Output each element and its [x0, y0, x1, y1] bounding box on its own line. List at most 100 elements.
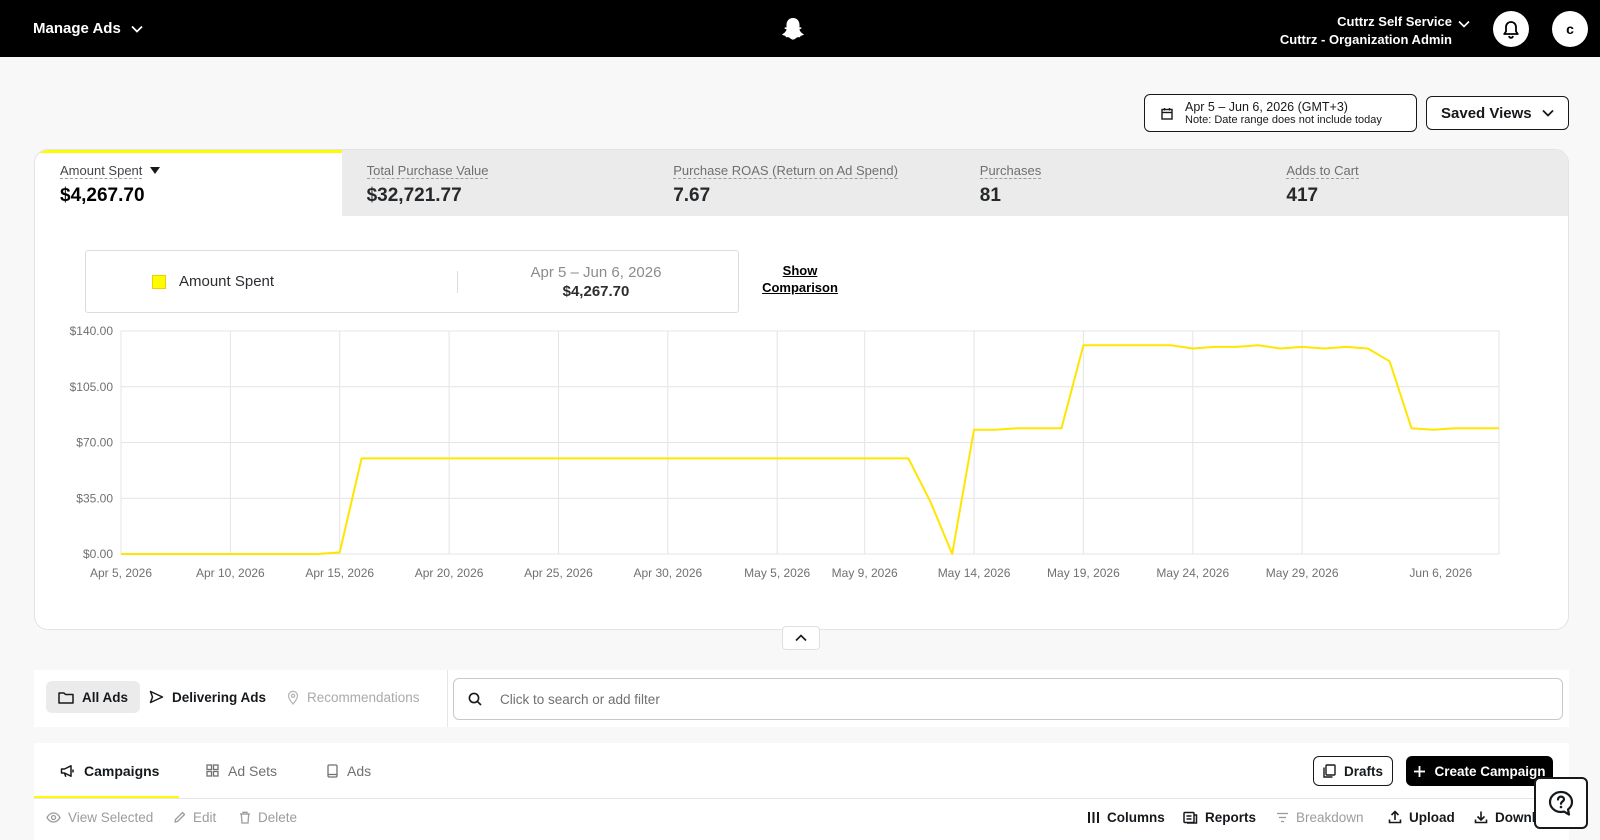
x-tick-label: Apr 10, 2026 — [196, 566, 265, 580]
send-icon — [149, 690, 164, 704]
x-tick-label: May 24, 2026 — [1156, 566, 1229, 580]
delivering-ads-filter[interactable]: Delivering Ads — [137, 681, 278, 713]
x-tick-label: May 5, 2026 — [744, 566, 810, 580]
reports-button[interactable]: Reports — [1183, 805, 1256, 829]
x-tick-label: May 19, 2026 — [1047, 566, 1120, 580]
tab-ads[interactable]: Ads — [327, 743, 371, 798]
x-tick-label: May 14, 2026 — [938, 566, 1011, 580]
org-name: Cuttrz Self Service — [1337, 14, 1452, 29]
tab-campaigns-label: Campaigns — [84, 762, 160, 779]
metric-value: $32,721.77 — [366, 185, 462, 206]
reports-label: Reports — [1205, 809, 1257, 825]
filter-lines-icon — [1277, 812, 1288, 822]
date-range-picker[interactable]: Apr 5 – Jun 6, 2026 (GMT+3) Note: Date r… — [1144, 94, 1417, 132]
metric-value: 7.67 — [673, 185, 711, 206]
x-tick-label: Apr 5, 2026 — [90, 566, 152, 580]
all-ads-filter[interactable]: All Ads — [46, 681, 141, 713]
location-pin-icon — [287, 690, 299, 705]
delivering-ads-label: Delivering Ads — [172, 689, 267, 705]
y-tick-label: $0.00 — [83, 547, 113, 561]
drafts-label: Drafts — [1343, 763, 1383, 779]
trash-icon — [240, 811, 250, 824]
tab-campaigns[interactable]: Campaigns — [60, 743, 159, 798]
tabs-divider — [34, 798, 1569, 799]
x-tick-label: Apr 15, 2026 — [305, 566, 374, 580]
legend-date-range: Apr 5 – Jun 6, 2026 — [530, 264, 662, 281]
chevron-down-icon — [131, 25, 143, 33]
manage-ads-label: Manage Ads — [33, 20, 121, 37]
edit-button[interactable]: Edit — [173, 805, 216, 829]
edit-label: Edit — [193, 809, 217, 825]
view-selected-label: View Selected — [68, 809, 154, 825]
tab-ad-sets[interactable]: Ad Sets — [206, 743, 277, 798]
help-button[interactable] — [1534, 777, 1588, 829]
breakdown-button[interactable]: Breakdown — [1276, 805, 1364, 829]
drafts-button[interactable]: Drafts — [1313, 756, 1393, 786]
upload-label: Upload — [1409, 809, 1455, 825]
search-filter-input[interactable]: Click to search or add filter — [453, 678, 1563, 720]
phone-icon — [327, 763, 338, 778]
columns-button[interactable]: Columns — [1087, 805, 1165, 829]
show-comparison-line1: Show — [782, 263, 818, 278]
org-chevron-down-icon[interactable] — [1458, 20, 1470, 28]
y-tick-label: $105.00 — [70, 380, 114, 394]
date-range-label: Apr 5 – Jun 6, 2026 (GMT+3) — [1185, 99, 1348, 114]
chevron-down-icon — [1542, 109, 1554, 117]
pencil-icon — [174, 811, 186, 823]
recommendations-label: Recommendations — [307, 689, 420, 705]
x-tick-label: Apr 30, 2026 — [633, 566, 702, 580]
y-tick-label: $140.00 — [70, 324, 114, 338]
upload-button[interactable]: Upload — [1388, 805, 1455, 829]
chart-legend: Amount Spent Apr 5 – Jun 6, 2026 $4,267.… — [85, 250, 739, 313]
snapchat-ghost-logo[interactable] — [780, 16, 806, 42]
metric-value: 81 — [979, 185, 1001, 206]
org-role: Cuttrz - Organization Admin — [1279, 32, 1452, 47]
caret-down-icon[interactable] — [150, 167, 161, 175]
x-tick-label: Apr 25, 2026 — [524, 566, 593, 580]
metric-purchases[interactable]: Purchases 81 — [955, 150, 1262, 216]
metric-label: Amount Spent — [60, 163, 143, 179]
delete-button[interactable]: Delete — [239, 805, 297, 829]
reports-icon — [1183, 811, 1198, 824]
x-tick-label: May 9, 2026 — [832, 566, 898, 580]
metric-value: $4,267.70 — [60, 185, 145, 206]
metric-adds-to-cart[interactable]: Adds to Cart 417 — [1261, 150, 1568, 216]
metrics-tabs: Amount Spent $4,267.70 Total Purchase Va… — [35, 150, 1568, 216]
plus-icon — [1414, 765, 1426, 777]
calendar-icon — [1161, 107, 1173, 120]
performance-card: Amount Spent $4,267.70 Total Purchase Va… — [34, 149, 1569, 630]
user-avatar[interactable]: c — [1552, 11, 1588, 47]
legend-total: $4,267.70 — [562, 283, 630, 300]
tab-ads-label: Ads — [347, 762, 372, 779]
show-comparison-link[interactable]: Show Comparison — [755, 262, 845, 296]
metric-total-purchase-value[interactable]: Total Purchase Value $32,721.77 — [342, 150, 649, 216]
help-question-icon — [1548, 790, 1574, 816]
x-tick-label: Jun 6, 2026 — [1409, 566, 1472, 580]
download-button[interactable]: Downl — [1474, 805, 1536, 829]
ads-filter-bar: All Ads Delivering Ads Recommendations C… — [34, 670, 1569, 727]
metric-label: Adds to Cart — [1286, 163, 1359, 179]
metric-purchase-roas[interactable]: Purchase ROAS (Return on Ad Spend) 7.67 — [648, 150, 955, 216]
show-comparison-line2: Comparison — [762, 280, 838, 295]
tab-ad-sets-label: Ad Sets — [228, 762, 278, 779]
notifications-button[interactable] — [1493, 11, 1529, 47]
metric-label: Purchases — [979, 163, 1042, 179]
grid-icon — [206, 764, 219, 777]
recommendations-filter[interactable]: Recommendations — [275, 681, 432, 713]
saved-views-dropdown[interactable]: Saved Views — [1426, 96, 1569, 130]
create-campaign-button[interactable]: Create Campaign — [1406, 756, 1553, 786]
organization-switcher[interactable]: Cuttrz Self Service Cuttrz - Organizatio… — [1280, 13, 1452, 49]
legend-series-name: Amount Spent — [179, 273, 275, 290]
all-ads-label: All Ads — [82, 689, 129, 705]
eye-icon — [46, 811, 61, 823]
manage-ads-menu[interactable]: Manage Ads — [33, 20, 143, 37]
x-tick-label: Apr 20, 2026 — [415, 566, 484, 580]
metric-amount-spent[interactable]: Amount Spent $4,267.70 — [35, 150, 342, 216]
view-selected-button[interactable]: View Selected — [46, 805, 153, 829]
columns-label: Columns — [1107, 809, 1165, 825]
collapse-chart-button[interactable] — [782, 626, 820, 650]
y-tick-label: $35.00 — [76, 491, 113, 505]
download-icon — [1474, 811, 1488, 824]
bell-icon — [1503, 20, 1519, 39]
y-tick-label: $70.00 — [76, 436, 113, 450]
